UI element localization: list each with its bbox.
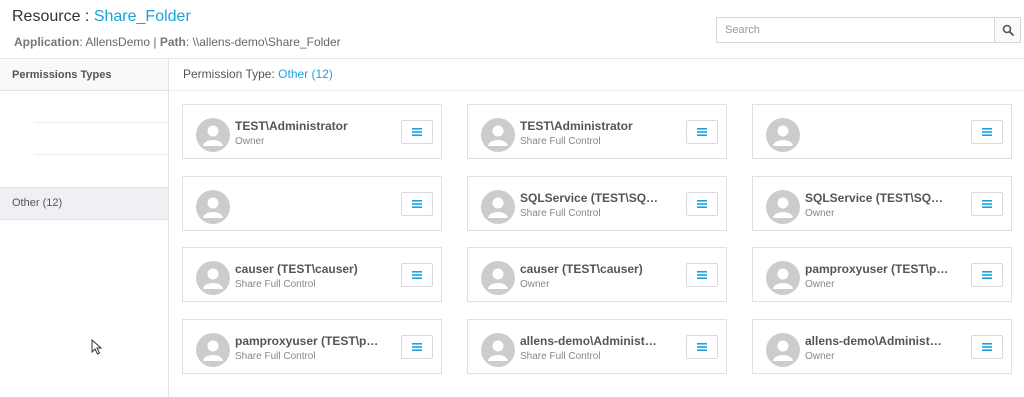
permission-type-header: Permission Type: Other (12) [170,59,1024,91]
search-input[interactable] [716,17,994,43]
user-avatar-icon [196,333,230,367]
card-menu-button[interactable] [401,192,433,216]
user-avatar-icon [766,118,800,152]
sidebar-empty-row [34,123,168,155]
permission-type-value: Other (12) [278,67,333,81]
user-avatar-icon [766,190,800,224]
sidebar-empty-row [34,91,168,123]
user-avatar-icon [481,118,515,152]
menu-icon [697,343,707,351]
search-icon [1002,24,1014,36]
permission-role: Share Full Control [520,351,601,362]
permission-card: SQLService (TEST\SQ… Share Full Control [467,176,727,231]
user-name: pamproxyuser (TEST\p… [235,334,379,348]
user-avatar-icon [481,333,515,367]
permission-type-label: Permission Type: [183,67,275,81]
permission-role: Share Full Control [235,351,316,362]
menu-icon [412,200,422,208]
permission-card: causer (TEST\causer) Share Full Control [182,247,442,302]
user-avatar-icon [481,190,515,224]
permission-role: Owner [520,279,550,290]
permission-role: Share Full Control [235,279,316,290]
card-menu-button[interactable] [401,120,433,144]
permissions-panel: Permission Type: Other (12) TEST\Adminis… [170,59,1024,397]
menu-icon [412,271,422,279]
menu-icon [412,343,422,351]
user-avatar-icon [766,261,800,295]
card-menu-button[interactable] [686,263,718,287]
resource-label: Resource : [12,8,90,25]
card-menu-button[interactable] [686,335,718,359]
permission-role: Owner [235,136,265,147]
resource-name: Share_Folder [93,8,191,25]
menu-icon [697,200,707,208]
application-value: AllensDemo [85,35,151,49]
path-value: \\allens-demo\Share_Folder [192,35,341,49]
mouse-cursor-icon [91,339,103,355]
user-avatar-icon [196,190,230,224]
user-name: pamproxyuser (TEST\p… [805,262,949,276]
user-name: SQLService (TEST\SQ… [805,191,944,205]
menu-icon [982,343,992,351]
card-menu-button[interactable] [971,335,1003,359]
permission-card: SQLService (TEST\SQ… Owner [752,176,1012,231]
permission-card: causer (TEST\causer) Owner [467,247,727,302]
permission-types-sidebar: Permissions Types Other (12) [0,59,169,397]
user-name: allens-demo\Administ… [805,334,942,348]
permission-role: Owner [805,208,835,219]
sidebar-item-other[interactable]: Other (12) [0,187,168,220]
resource-header: Resource : Share_Folder Application: All… [0,0,1024,58]
path-label: Path [159,35,186,49]
user-avatar-icon [196,261,230,295]
permission-role: Owner [805,351,835,362]
permission-card [752,104,1012,159]
resource-title: Resource : Share_Folder [12,8,191,26]
card-menu-button[interactable] [971,120,1003,144]
menu-icon [982,128,992,136]
meta-separator: | [153,35,157,49]
sidebar-header: Permissions Types [0,59,168,91]
permission-card: allens-demo\Administ… Owner [752,319,1012,374]
card-menu-button[interactable] [971,263,1003,287]
permission-card: allens-demo\Administ… Share Full Control [467,319,727,374]
menu-icon [697,271,707,279]
user-avatar-icon [766,333,800,367]
menu-icon [412,128,422,136]
card-menu-button[interactable] [686,192,718,216]
application-label: Application [14,35,80,49]
search-box [716,17,1021,43]
user-name: causer (TEST\causer) [235,262,358,276]
card-menu-button[interactable] [971,192,1003,216]
resource-meta: Application: AllensDemo | Path: \\allens… [14,35,341,49]
card-menu-button[interactable] [401,263,433,287]
permission-card: TEST\Administrator Owner [182,104,442,159]
menu-icon [982,200,992,208]
permission-card [182,176,442,231]
user-name: SQLService (TEST\SQ… [520,191,659,205]
user-name: allens-demo\Administ… [520,334,657,348]
search-button[interactable] [994,17,1021,43]
permission-role: Owner [805,279,835,290]
permission-card: TEST\Administrator Share Full Control [467,104,727,159]
user-avatar-icon [196,118,230,152]
card-menu-button[interactable] [401,335,433,359]
menu-icon [697,128,707,136]
user-name: TEST\Administrator [520,119,633,133]
user-avatar-icon [481,261,515,295]
permission-role: Share Full Control [520,208,601,219]
user-name: causer (TEST\causer) [520,262,643,276]
card-menu-button[interactable] [686,120,718,144]
permission-role: Share Full Control [520,136,601,147]
permission-card: pamproxyuser (TEST\p… Owner [752,247,1012,302]
user-name: TEST\Administrator [235,119,348,133]
menu-icon [982,271,992,279]
permission-card: pamproxyuser (TEST\p… Share Full Control [182,319,442,374]
